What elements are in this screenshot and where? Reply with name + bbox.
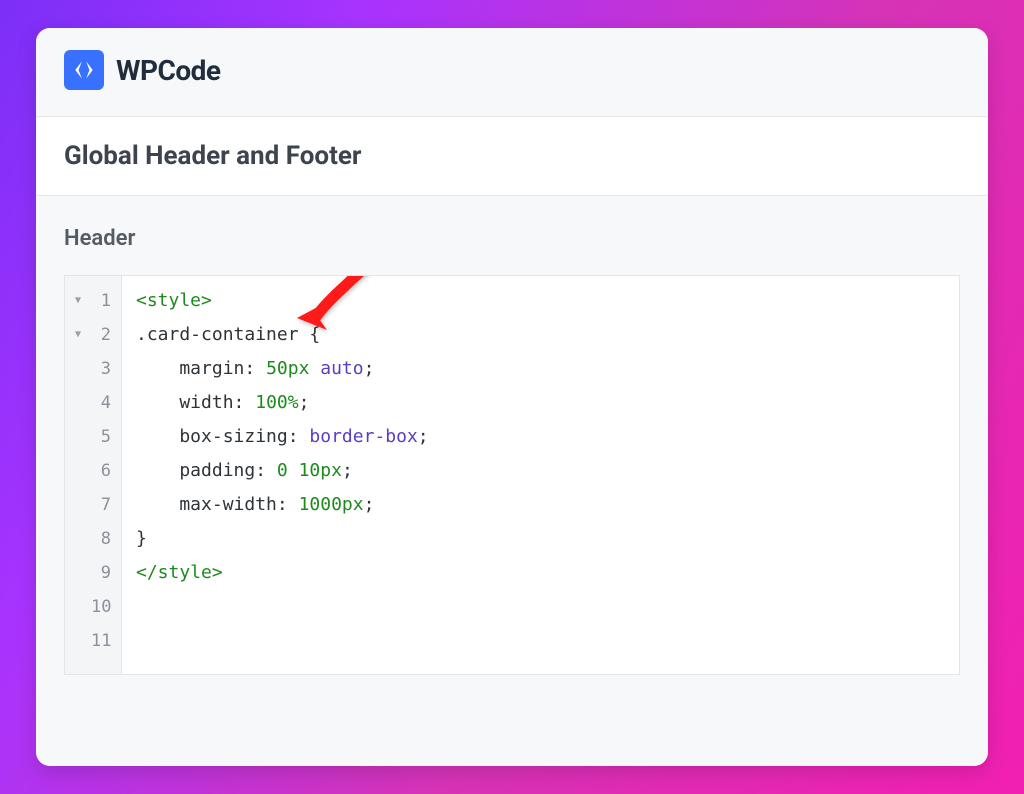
- code-line[interactable]: </style>: [136, 556, 429, 590]
- page-title-bar: Global Header and Footer: [36, 116, 988, 196]
- code-token: max-width: [136, 488, 277, 522]
- line-number: 5: [91, 420, 111, 454]
- code-line[interactable]: margin: 50px auto;: [136, 352, 429, 386]
- content-area: Header ▼1▼234567891011 <style>.card-cont…: [36, 196, 988, 766]
- code-token: auto: [320, 352, 363, 386]
- code-token: :: [234, 386, 256, 420]
- gutter-row: 11: [73, 624, 111, 658]
- code-token: :: [277, 488, 299, 522]
- section-label: Header: [64, 226, 960, 251]
- page-title: Global Header and Footer: [64, 141, 960, 171]
- code-token: }: [136, 522, 147, 556]
- code-token: box-sizing: [136, 420, 288, 454]
- line-number: 6: [91, 454, 111, 488]
- code-token: ;: [364, 488, 375, 522]
- line-number: 9: [91, 556, 111, 590]
- code-token: </style>: [136, 556, 223, 590]
- code-token: border-box: [309, 420, 417, 454]
- code-line[interactable]: [136, 590, 429, 624]
- line-number: 10: [91, 590, 111, 624]
- line-number: 7: [91, 488, 111, 522]
- code-token: 50px: [266, 352, 320, 386]
- code-token: 0 10px: [277, 454, 342, 488]
- code-line[interactable]: }: [136, 522, 429, 556]
- code-token: {: [309, 318, 320, 352]
- wpcode-logo-icon: [64, 50, 104, 90]
- gutter-row: ▼2: [73, 318, 111, 352]
- code-token: margin: [136, 352, 244, 386]
- app-card: WPCode Global Header and Footer Header ▼…: [36, 28, 988, 766]
- brand-name: WPCode: [116, 54, 221, 87]
- code-token: <style>: [136, 284, 212, 318]
- code-line[interactable]: max-width: 1000px;: [136, 488, 429, 522]
- gutter-row: 7: [73, 488, 111, 522]
- code-line[interactable]: .card-container {: [136, 318, 429, 352]
- line-number: 8: [91, 522, 111, 556]
- code-line[interactable]: padding: 0 10px;: [136, 454, 429, 488]
- code-token: padding: [136, 454, 255, 488]
- gutter-row: 10: [73, 590, 111, 624]
- editor-code-pane[interactable]: <style>.card-container { margin: 50px au…: [122, 276, 443, 674]
- code-token: :: [255, 454, 277, 488]
- gutter-row: 8: [73, 522, 111, 556]
- gutter-row: 3: [73, 352, 111, 386]
- gutter-row: 5: [73, 420, 111, 454]
- code-line[interactable]: width: 100%;: [136, 386, 429, 420]
- gutter-row: 4: [73, 386, 111, 420]
- line-number: 3: [91, 352, 111, 386]
- code-token: ;: [364, 352, 375, 386]
- line-number: 4: [91, 386, 111, 420]
- code-line[interactable]: [136, 624, 429, 658]
- gutter-row: 6: [73, 454, 111, 488]
- code-token: .card-container: [136, 318, 309, 352]
- code-editor[interactable]: ▼1▼234567891011 <style>.card-container {…: [64, 275, 960, 675]
- line-number: 11: [91, 624, 111, 658]
- gutter-row: ▼1: [73, 284, 111, 318]
- code-token: 100%: [255, 386, 298, 420]
- code-token: ;: [299, 386, 310, 420]
- code-line[interactable]: <style>: [136, 284, 429, 318]
- code-token: 1000px: [299, 488, 364, 522]
- code-token: ;: [418, 420, 429, 454]
- code-token: ;: [342, 454, 353, 488]
- code-token: :: [288, 420, 310, 454]
- line-number: 2: [91, 318, 111, 352]
- line-number: 1: [91, 284, 111, 318]
- gutter-row: 9: [73, 556, 111, 590]
- editor-gutter: ▼1▼234567891011: [65, 276, 122, 674]
- code-token: width: [136, 386, 234, 420]
- fold-marker-icon[interactable]: ▼: [73, 318, 83, 352]
- fold-marker-icon[interactable]: ▼: [73, 284, 83, 318]
- code-token: :: [244, 352, 266, 386]
- brand-header: WPCode: [36, 28, 988, 116]
- code-line[interactable]: box-sizing: border-box;: [136, 420, 429, 454]
